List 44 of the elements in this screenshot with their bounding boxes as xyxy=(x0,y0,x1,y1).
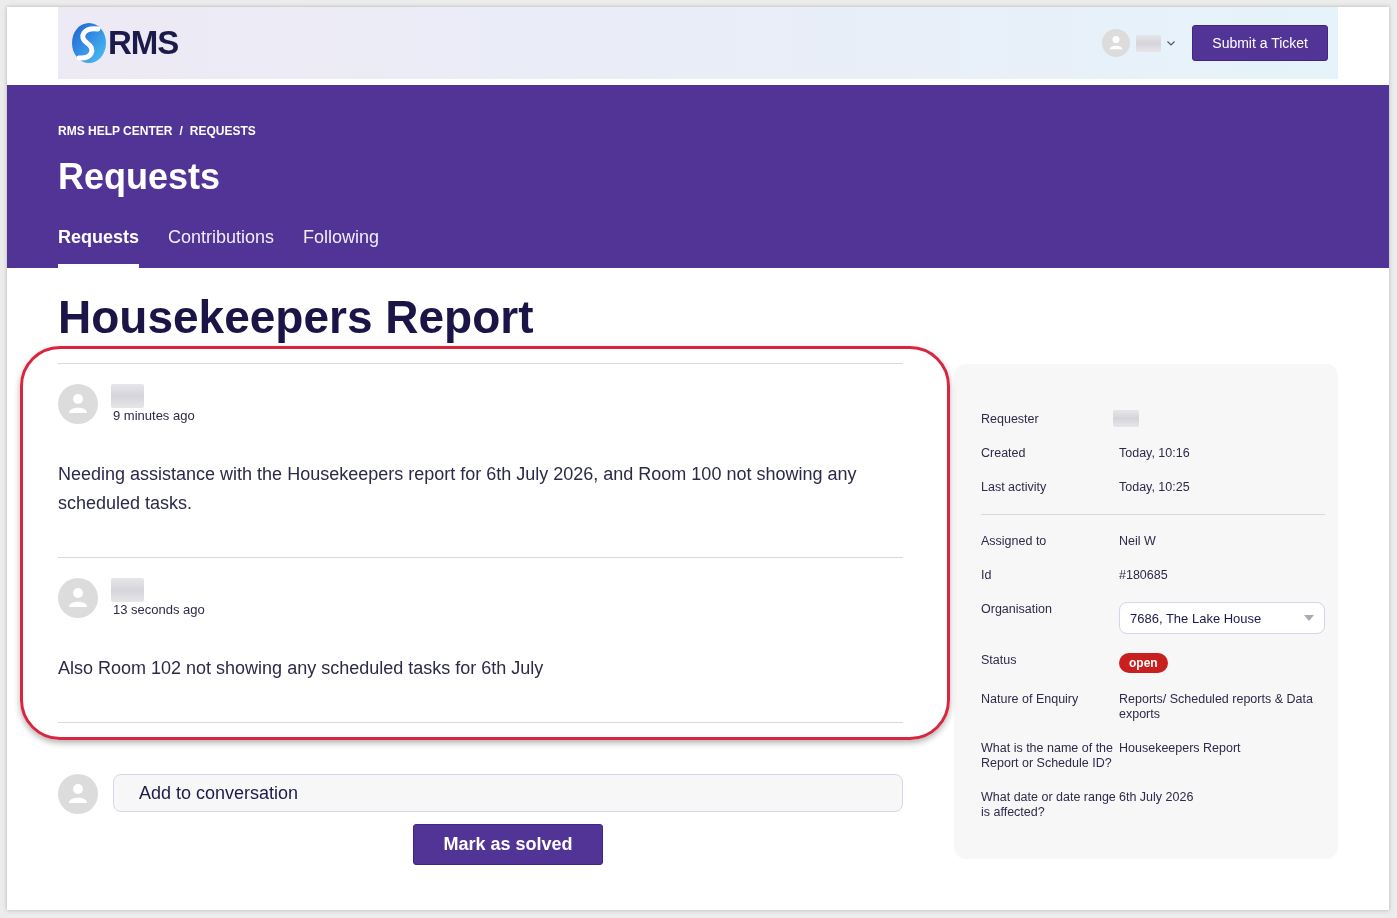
tab[interactable]: Following xyxy=(303,221,380,268)
tab[interactable]: Requests xyxy=(58,221,140,268)
avatar-icon xyxy=(1102,29,1131,57)
field-value: Reports/ Scheduled reports & Data exports xyxy=(1119,692,1314,722)
field-value: Today, 10:16 xyxy=(1119,446,1190,461)
avatar-icon xyxy=(58,384,98,424)
page-title: Requests xyxy=(58,155,221,199)
field-label: What date or date range is affected? xyxy=(981,790,1117,820)
caret-icon xyxy=(1167,40,1176,46)
comment-text: Also Room 102 not showing any scheduled tasks for 6th July xyxy=(58,657,545,680)
comment-text: Needing assistance with the Housekeepers report for 6th July 2026, and Room 100 not showing any scheduled tasks. xyxy=(58,463,858,515)
field-value: 6th July 2026 xyxy=(1119,790,1194,805)
organisation-select[interactable]: 7686, The Lake House xyxy=(1119,602,1325,634)
dropdown-caret-icon xyxy=(1304,615,1314,621)
submit-ticket-button[interactable]: Submit a Ticket xyxy=(1192,25,1328,61)
tab[interactable]: Contributions xyxy=(168,221,275,268)
comment-time: 13 seconds ago xyxy=(113,602,205,618)
field-label: Created xyxy=(981,446,1026,461)
breadcrumb-link[interactable]: RMS HELP CENTER xyxy=(58,123,173,139)
field-value: Housekeepers Report xyxy=(1119,741,1241,756)
mark-solved-button[interactable]: Mark as solved xyxy=(413,824,603,865)
avatar-icon xyxy=(58,774,98,814)
field-label: Status xyxy=(981,653,1017,668)
field-label: Assigned to xyxy=(981,534,1047,549)
field-label: Id xyxy=(981,568,992,583)
logo-icon xyxy=(72,23,106,63)
field-label: Last activity xyxy=(981,480,1047,495)
field-label: Requester xyxy=(981,412,1039,427)
field-value: Neil W xyxy=(1119,534,1156,549)
breadcrumb-link[interactable]: REQUESTS xyxy=(189,123,256,139)
field-value: Today, 10:25 xyxy=(1119,480,1190,495)
field-label: What is the name of the Report or Schedule ID? xyxy=(981,741,1114,771)
reply-input[interactable]: Add to conversation xyxy=(113,774,903,812)
blurred-name xyxy=(1113,410,1139,427)
avatar-icon xyxy=(58,578,98,618)
comment-time: 9 minutes ago xyxy=(113,408,195,424)
breadcrumb-separator: / xyxy=(179,123,183,139)
user-menu-button[interactable] xyxy=(1102,29,1176,57)
field-value: #180685 xyxy=(1119,568,1168,583)
field-label: Organisation xyxy=(981,602,1052,617)
status-badge: open xyxy=(1119,653,1168,673)
logo-text: RMS xyxy=(108,23,179,63)
request-title: Housekeepers Report xyxy=(58,290,534,345)
field-label: Nature of Enquiry xyxy=(981,692,1079,707)
